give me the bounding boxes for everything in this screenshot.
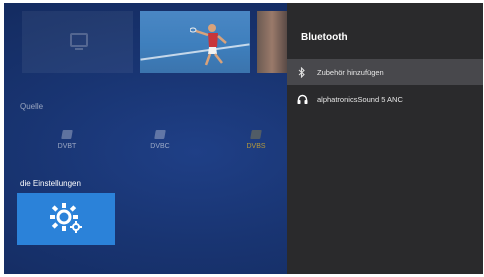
source-item-dvbt[interactable]: DVBT: [37, 130, 97, 150]
settings-heading: die Einstellungen: [20, 179, 81, 188]
tennis-player-image: [190, 24, 227, 66]
settings-tile[interactable]: [17, 193, 115, 245]
panel-title: Bluetooth: [301, 32, 348, 43]
source-item-label: DVBC: [150, 143, 170, 150]
add-accessory-label: Zubehör hinzufügen: [317, 67, 384, 77]
source-item-dvbc[interactable]: DVBC: [130, 130, 190, 150]
bluetooth-icon: [287, 66, 317, 78]
tennis-video-thumbnail[interactable]: [140, 11, 250, 73]
input-source-thumbnail[interactable]: [22, 11, 133, 73]
source-item-label: DVBT: [57, 143, 77, 150]
tv-input-icon: [70, 33, 88, 50]
source-item-label: DVBS: [246, 143, 266, 150]
paired-device-item[interactable]: alphatronicsSound 5 ANC: [287, 86, 483, 112]
paired-device-label: alphatronicsSound 5 ANC: [317, 94, 403, 104]
bluetooth-panel: Bluetooth Zubehör hinzufügen alphatronic…: [287, 3, 483, 274]
headphones-icon: [287, 94, 317, 104]
content-thumbnail[interactable]: [257, 11, 287, 73]
source-item-dvbs[interactable]: DVBS: [226, 130, 286, 150]
source-heading: Quelle: [20, 102, 44, 111]
dvbt-icon: [61, 130, 73, 139]
add-accessory-item[interactable]: Zubehör hinzufügen: [287, 59, 483, 85]
dvbs-icon: [250, 130, 262, 139]
tv-home-screen: Quelle DVBT DVBC DVBS die Einstellungen: [4, 3, 483, 274]
dvbc-icon: [154, 130, 166, 139]
settings-gear-icon: [50, 203, 82, 233]
